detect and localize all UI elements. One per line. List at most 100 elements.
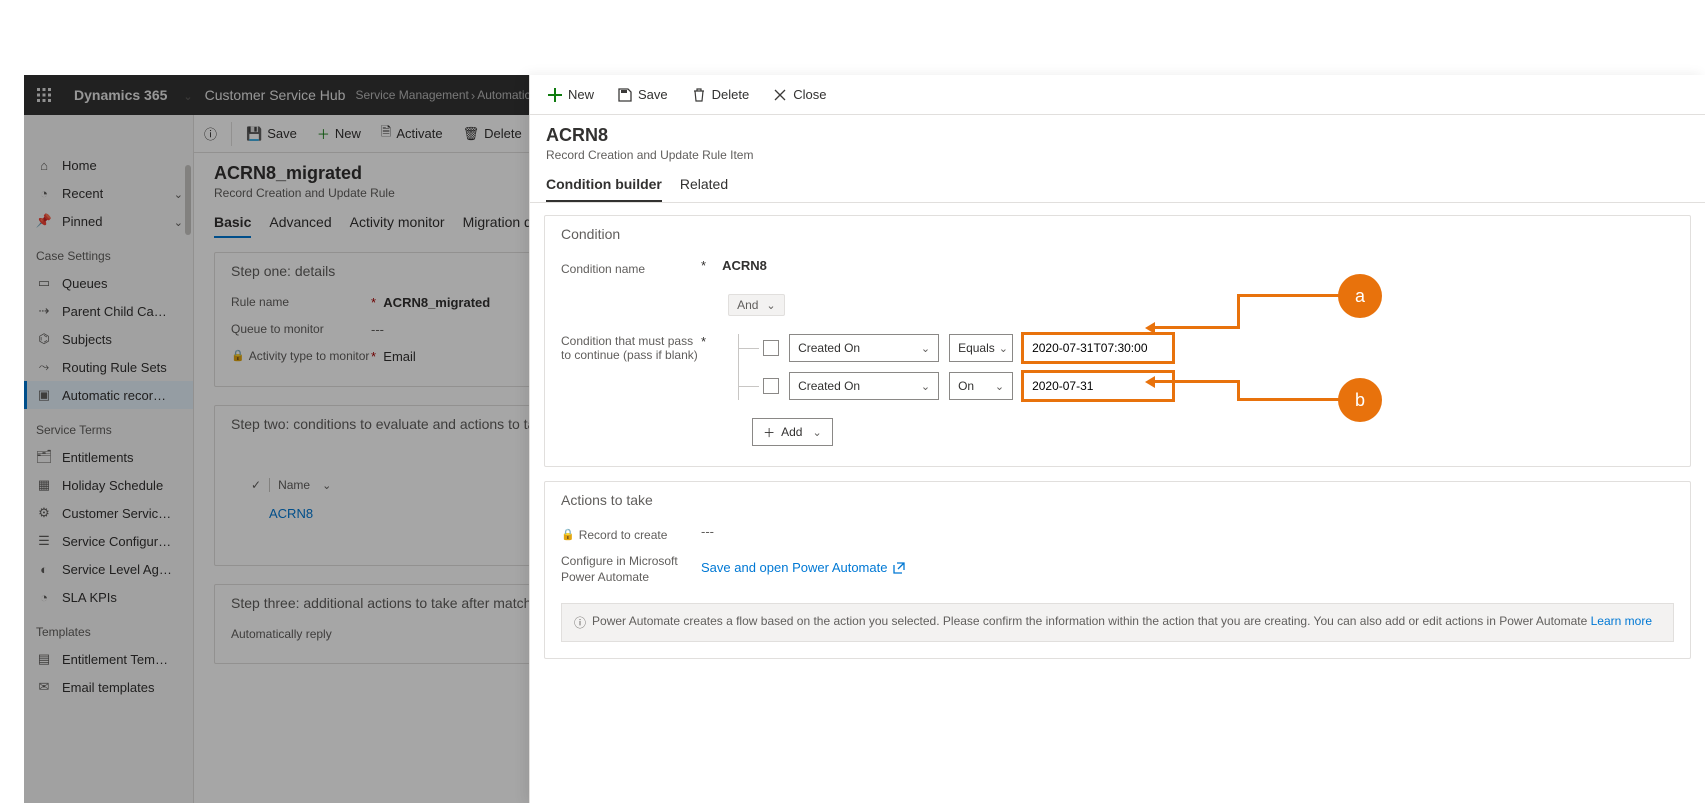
field-select[interactable]: Created On [789, 372, 939, 400]
condition-group: And Created On Equal [722, 294, 1674, 446]
condition-row-1: Created On Equals [763, 334, 1674, 362]
kpi-icon: ◔ [36, 590, 52, 605]
chevron-down-icon[interactable] [177, 88, 194, 103]
annotation-line [1155, 326, 1240, 329]
sidebar-item-customer-service[interactable]: ⚙Customer Service… [24, 499, 193, 527]
panel-command-bar: New Save Delete Close [530, 75, 1705, 115]
close-icon [773, 88, 787, 102]
check-all-icon[interactable]: ✓ [251, 478, 261, 492]
value-input-a[interactable] [1023, 334, 1173, 362]
template-icon: ▤ [36, 651, 52, 667]
group-case-settings: Case Settings [24, 235, 193, 269]
sidebar-item-queues[interactable]: ▭Queues [24, 269, 193, 297]
tab-activity-monitor[interactable]: Activity monitor [350, 214, 445, 238]
home-icon: ⌂ [36, 158, 52, 173]
sidebar-item-parent-child[interactable]: ⇢Parent Child Case… [24, 297, 193, 325]
tab-basic[interactable]: Basic [214, 214, 251, 238]
annotation-arrow-b [1145, 376, 1155, 388]
app-name[interactable]: Customer Service Hub [195, 87, 356, 103]
add-condition-button[interactable]: ＋ Add [752, 418, 833, 446]
chevron-down-icon [917, 379, 930, 393]
clock-icon: ◔ [36, 186, 52, 201]
rule-item-link[interactable]: ACRN8 [269, 506, 313, 521]
mail-icon: ✉ [36, 679, 52, 695]
panel-new-button[interactable]: New [538, 79, 604, 111]
sliders-icon: ☰ [36, 533, 52, 549]
delete-button[interactable]: 🗑Delete [453, 126, 532, 142]
required-marker: * [701, 258, 706, 273]
required-marker: * [371, 295, 376, 310]
learn-more-link[interactable]: Learn more [1591, 614, 1652, 628]
panel-delete-button[interactable]: Delete [682, 79, 760, 111]
sidebar-item-ent-temp[interactable]: ▤Entitlement Temp… [24, 645, 193, 673]
power-automate-link[interactable]: Save and open Power Automate [701, 560, 905, 575]
operator-select[interactable]: On [949, 372, 1013, 400]
sidebar-item-home[interactable]: ⌂Home [24, 151, 193, 179]
activate-button[interactable]: 🗎Activate [371, 123, 453, 145]
sidebar-item-entitlements[interactable]: 🗂Entitlements [24, 443, 193, 471]
sidebar-item-automatic-record[interactable]: ▣Automatic record… [24, 381, 193, 409]
annotation-callout-a: a [1338, 274, 1382, 318]
divider [231, 122, 232, 146]
tab-related[interactable]: Related [680, 176, 728, 202]
sidebar-item-holiday[interactable]: ▦Holiday Schedule [24, 471, 193, 499]
condition-name-value[interactable]: ACRN8 [722, 258, 1674, 273]
chevron-down-icon [995, 341, 1008, 355]
sidebar-item-subjects[interactable]: ⌬Subjects [24, 325, 193, 353]
record-to-create-label: Record to create [579, 528, 668, 542]
chevron-down-icon[interactable] [170, 214, 183, 229]
panel-subtitle: Record Creation and Update Rule Item [546, 148, 1689, 162]
sidebar-item-pinned[interactable]: 📌Pinned [24, 207, 193, 235]
field-select[interactable]: Created On [789, 334, 939, 362]
actions-section-title: Actions to take [561, 492, 1674, 508]
record-icon: ▣ [36, 387, 52, 403]
group-service-terms: Service Terms [24, 409, 193, 443]
tab-advanced[interactable]: Advanced [269, 214, 331, 238]
condition-row-2: Created On On [763, 372, 1674, 400]
info-box: ⓘ Power Automate creates a flow based on… [561, 603, 1674, 642]
condition-name-label: Condition name [561, 262, 645, 276]
save-button[interactable]: 💾Save [236, 126, 307, 142]
queue-icon: ▭ [36, 275, 52, 291]
chevron-down-icon [917, 341, 930, 355]
save-icon [618, 88, 632, 102]
group-templates: Templates [24, 611, 193, 645]
row-checkbox[interactable] [763, 378, 779, 394]
rule-name-value[interactable]: ACRN8_migrated [383, 295, 490, 310]
panel-body: Condition Condition name * ACRN8 Conditi… [530, 203, 1705, 803]
left-nav: ⌂Home ◔Recent 📌Pinned Case Settings ▭Que… [24, 115, 194, 803]
activate-icon: 🗎 [381, 123, 391, 145]
app-launcher-icon[interactable] [24, 88, 64, 102]
operator-select[interactable]: Equals [949, 334, 1013, 362]
col-name[interactable]: Name [278, 478, 310, 492]
and-operator-button[interactable]: And [728, 294, 785, 316]
record-to-create-value[interactable]: --- [701, 524, 1674, 539]
chevron-down-icon[interactable] [318, 478, 331, 492]
sidebar-item-sla-kpi[interactable]: ◔SLA KPIs [24, 583, 193, 611]
actions-section: Actions to take 🔒Record to create --- Co… [544, 481, 1691, 659]
sidebar-item-recent[interactable]: ◔Recent [24, 179, 193, 207]
breadcrumb-1[interactable]: Service Management [355, 88, 468, 102]
annotation-line [1237, 398, 1342, 401]
activity-type-value[interactable]: Email [383, 349, 416, 364]
annotation-arrow-a [1145, 322, 1155, 334]
chevron-down-icon [808, 425, 821, 439]
panel-tabs: Condition builder Related [530, 162, 1705, 203]
scrollbar-thumb[interactable] [185, 165, 191, 235]
sidebar-item-sla-agr[interactable]: ◐Service Level Agr… [24, 555, 193, 583]
tree-icon: ⇢ [36, 303, 52, 319]
panel-close-button[interactable]: Close [763, 79, 836, 111]
row-checkbox[interactable] [763, 340, 779, 356]
sidebar-item-email-temp[interactable]: ✉Email templates [24, 673, 193, 701]
trash-icon: 🗑 [463, 126, 480, 142]
new-button[interactable]: ＋New [307, 124, 371, 143]
sidebar-item-service-config[interactable]: ☰Service Configura… [24, 527, 193, 555]
product-name[interactable]: Dynamics 365 [64, 87, 177, 103]
required-marker: * [701, 294, 706, 349]
queue-value[interactable]: --- [371, 322, 384, 337]
info-icon[interactable]: ⓘ [194, 124, 227, 143]
sidebar-item-routing[interactable]: ⤳Routing Rule Sets [24, 353, 193, 381]
panel-save-button[interactable]: Save [608, 79, 678, 111]
chevron-down-icon[interactable] [170, 186, 183, 201]
tab-condition-builder[interactable]: Condition builder [546, 176, 662, 202]
